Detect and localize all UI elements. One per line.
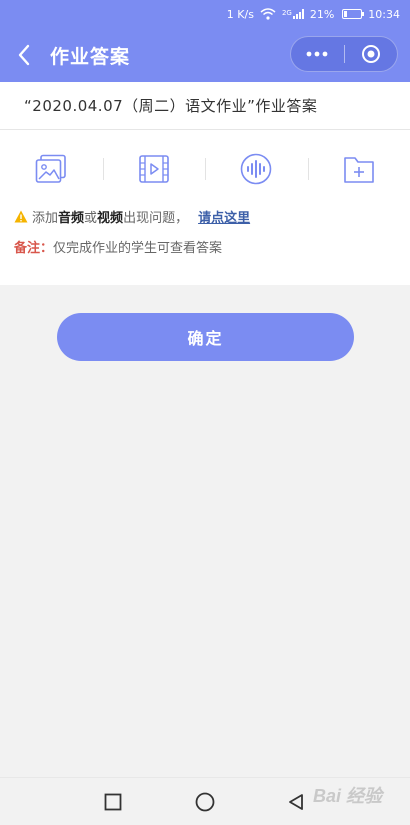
add-audio-button[interactable] [205,152,308,186]
homework-title: “2020.04.07（周二）语文作业”作业答案 [0,82,410,130]
net-speed: 1 K/s [226,7,254,21]
page-title: 作业答案 [50,46,131,68]
warning-video: 视频 [97,211,124,226]
back-system-button[interactable] [284,790,308,814]
header: 1 K/s 2G 21% 10:34 作业答案 [0,0,410,82]
warning-or: 或 [84,211,98,226]
add-file-icon [343,157,374,183]
remark-text: 仅完成作业的学生可查看答案 [53,241,223,256]
warning-audio: 音频 [58,211,85,226]
remark-label: 备注： [14,241,54,256]
status-bar: 1 K/s 2G 21% 10:34 [0,0,410,28]
warning-icon [14,210,28,223]
help-link[interactable]: 请点这里 [198,207,250,226]
mini-program-capsule [290,36,398,72]
media-toolbar [0,152,410,186]
triangle-back-icon [289,794,303,810]
video-icon [138,155,169,183]
back-button[interactable] [10,40,38,70]
confirm-button[interactable]: 确定 [57,313,354,361]
nav-bar: 作业答案 [0,28,410,82]
network-tag: 2G [281,9,292,17]
circle-icon [195,792,215,812]
watermark: Bai 经验 [312,786,382,806]
image-icon [35,154,67,183]
recent-apps-button[interactable] [101,790,125,814]
answer-card: “2020.04.07（周二）语文作业”作业答案 添加音频或视频出现问题， 请点… [0,82,410,285]
clock: 10:34 [368,7,400,21]
warning-prefix: 添加 [32,211,59,226]
signal-icon: 2G [282,9,304,19]
warning-suffix: 出现问题， [123,211,189,226]
add-video-button[interactable] [102,152,206,186]
target-close-icon [361,45,380,63]
add-image-button[interactable] [0,152,103,186]
square-icon [104,793,122,811]
home-button[interactable] [193,790,217,814]
battery-text: 21% [309,7,335,21]
battery-icon [340,9,365,19]
add-file-button[interactable] [307,152,410,186]
chevron-left-icon [18,44,30,66]
close-button[interactable] [345,37,398,71]
more-button[interactable] [291,37,344,71]
upload-warning: 添加音频或视频出现问题， 请点这里 [14,207,250,226]
more-dots-icon [306,51,328,57]
audio-icon [240,153,272,185]
remark: 备注：仅完成作业的学生可查看答案 [14,237,222,256]
wifi-icon [260,8,276,20]
